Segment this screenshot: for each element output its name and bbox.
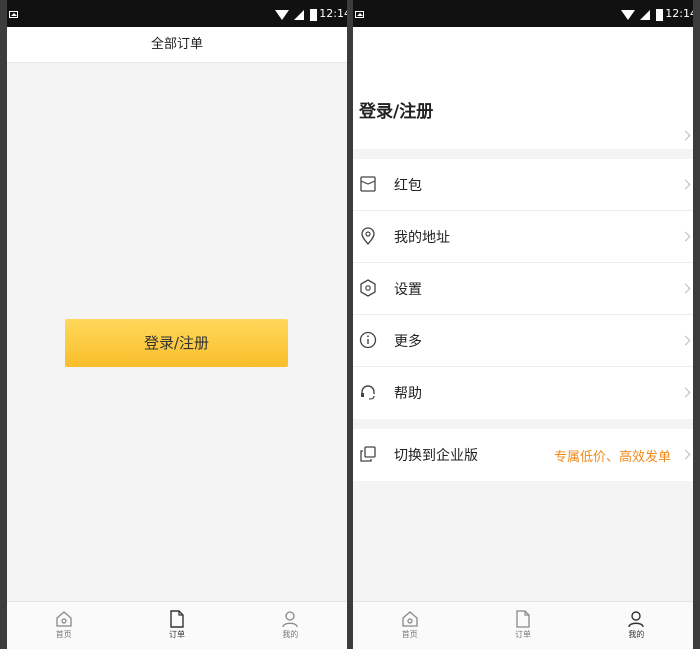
home-icon bbox=[56, 611, 72, 627]
signal-icon bbox=[294, 10, 304, 20]
chevron-right-icon bbox=[680, 179, 691, 190]
chevron-right-icon bbox=[680, 387, 691, 398]
headset-icon bbox=[361, 385, 375, 400]
enterprise-label: 切换到企业版 bbox=[394, 448, 478, 464]
tab-orders[interactable]: 订单 bbox=[466, 602, 579, 649]
chevron-right-icon bbox=[680, 283, 691, 294]
chevron-right-icon bbox=[680, 449, 691, 460]
menu-item-more[interactable]: 更多 bbox=[353, 315, 693, 367]
switch-icon bbox=[360, 446, 376, 462]
info-icon bbox=[359, 331, 377, 349]
status-time: 12:14 bbox=[665, 7, 693, 20]
tab-home-label: 首页 bbox=[401, 630, 418, 639]
status-bar: 12:14 bbox=[7, 0, 347, 27]
menu-label: 帮助 bbox=[394, 386, 422, 402]
orders-screen: 12:14 全部订单 登录/注册 首页 订单 我的 bbox=[7, 0, 347, 649]
menu-label: 我的地址 bbox=[394, 230, 450, 246]
menu-label: 更多 bbox=[394, 334, 422, 350]
tab-mine-label: 我的 bbox=[282, 630, 299, 639]
order-document-icon bbox=[516, 610, 530, 628]
home-icon bbox=[402, 611, 418, 627]
signal-icon bbox=[640, 10, 650, 20]
switch-enterprise-row[interactable]: 切换到企业版 专属低价、高效发单 bbox=[353, 429, 693, 481]
menu-group: 红包 我的地址 设置 更多 帮助 bbox=[353, 159, 693, 419]
menu-item-settings[interactable]: 设置 bbox=[353, 263, 693, 315]
tab-home[interactable]: 首页 bbox=[7, 602, 120, 649]
red-envelope-icon bbox=[360, 176, 376, 192]
tab-mine[interactable]: 我的 bbox=[580, 602, 693, 649]
tab-home[interactable]: 首页 bbox=[353, 602, 466, 649]
order-document-icon bbox=[170, 610, 184, 628]
profile-screen: 12:14 登录/注册 红包 我的地址 设置 更多 帮助 bbox=[353, 0, 693, 649]
location-pin-icon bbox=[361, 227, 375, 245]
status-bar: 12:14 bbox=[353, 0, 693, 27]
menu-item-address[interactable]: 我的地址 bbox=[353, 211, 693, 263]
login-register-button[interactable]: 登录/注册 bbox=[65, 319, 288, 367]
enterprise-group: 切换到企业版 专属低价、高效发单 bbox=[353, 429, 693, 481]
chevron-right-icon bbox=[680, 130, 691, 141]
tab-home-label: 首页 bbox=[55, 630, 72, 639]
tab-orders-label: 订单 bbox=[168, 630, 185, 639]
tab-mine-label: 我的 bbox=[628, 630, 645, 639]
chevron-right-icon bbox=[680, 231, 691, 242]
tab-orders-label: 订单 bbox=[514, 630, 531, 639]
tab-mine[interactable]: 我的 bbox=[234, 602, 347, 649]
wifi-icon bbox=[621, 10, 635, 20]
menu-label: 红包 bbox=[394, 178, 422, 194]
image-notification-icon bbox=[9, 11, 18, 18]
person-icon bbox=[282, 611, 298, 628]
bottom-tab-bar: 首页 订单 我的 bbox=[7, 601, 347, 649]
enterprise-promo: 专属低价、高效发单 bbox=[553, 450, 671, 465]
status-time: 12:14 bbox=[319, 7, 347, 20]
person-icon bbox=[628, 611, 645, 628]
menu-item-red-envelope[interactable]: 红包 bbox=[353, 159, 693, 211]
tab-orders[interactable]: 订单 bbox=[120, 602, 233, 649]
bottom-tab-bar: 首页 订单 我的 bbox=[353, 601, 693, 649]
battery-icon bbox=[310, 9, 317, 21]
image-notification-icon bbox=[355, 11, 364, 18]
profile-login-row[interactable]: 登录/注册 bbox=[353, 27, 693, 149]
menu-item-help[interactable]: 帮助 bbox=[353, 367, 693, 419]
battery-icon bbox=[656, 9, 663, 21]
profile-login-label: 登录/注册 bbox=[359, 102, 434, 122]
menu-label: 设置 bbox=[394, 282, 422, 298]
chevron-right-icon bbox=[680, 335, 691, 346]
page-title: 全部订单 bbox=[7, 27, 347, 63]
wifi-icon bbox=[275, 10, 289, 20]
settings-hexagon-icon bbox=[360, 279, 376, 297]
